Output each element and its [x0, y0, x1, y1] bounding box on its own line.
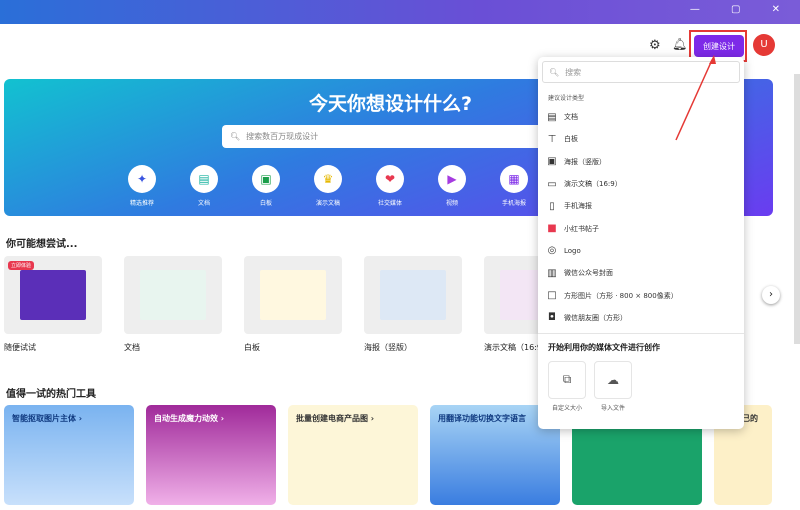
menu-search-placeholder: 搜索: [565, 67, 582, 77]
xiaohongshu-icon: ■: [547, 223, 557, 235]
category-icon: ▶: [438, 165, 466, 193]
category-0[interactable]: ✦ 精选推荐: [122, 165, 162, 207]
menu-item-label: 白板: [564, 135, 578, 144]
category-5[interactable]: ▶ 视频: [432, 165, 472, 207]
category-label: 精选推荐: [129, 200, 154, 207]
square-image-icon: □: [547, 290, 557, 302]
custom-size-button[interactable]: ⧉ 自定义大小: [548, 360, 586, 412]
menu-item-label: 小红书帖子: [564, 224, 599, 233]
design-search-input[interactable]: 🔍︎ 搜索数百万现成设计: [222, 125, 542, 148]
document-icon: ▤: [547, 111, 557, 123]
new-badge: 立即体验: [8, 261, 35, 270]
category-2[interactable]: ▣ 白板: [246, 165, 286, 207]
card-label: 文档: [124, 343, 140, 352]
try-card[interactable]: 白板: [244, 256, 342, 353]
menu-item-label: 海报（竖版）: [564, 157, 606, 166]
menu-item[interactable]: ■ 小红书帖子: [538, 217, 744, 239]
category-icon: ✦: [128, 165, 156, 193]
category-icon: ❤: [376, 165, 404, 193]
menu-item-label: 微信朋友圈（方形）: [564, 313, 627, 322]
try-card[interactable]: 海报（竖版）: [364, 256, 462, 353]
upload-cloud-icon: ☁: [594, 360, 632, 399]
category-label: 视频: [445, 200, 458, 207]
tool-label: 智能抠取图片主体 ›: [12, 414, 83, 423]
menu-item-label: 手机海报: [564, 202, 592, 211]
create-design-button[interactable]: 创建设计: [694, 35, 744, 57]
create-design-dropdown: 🔍︎ 搜索 建议设计类型 ▤ 文档 ⊤ 白板 ▣ 海报（竖版） ▭ 演示文稿（16:9） ▯ 手机海…: [538, 57, 744, 429]
category-label: 白板: [259, 200, 272, 207]
hero-title: 今天你想设计什么?: [309, 93, 473, 115]
search-icon: 🔍︎: [230, 132, 241, 141]
category-icon: ▣: [252, 165, 280, 193]
scrollbar[interactable]: [794, 74, 800, 344]
menu-item[interactable]: ▭ 演示文稿（16:9）: [538, 173, 744, 195]
card-label: 随便试试: [4, 343, 36, 352]
menu-item[interactable]: ⊤ 白板: [538, 128, 744, 150]
poster-icon: ▣: [547, 156, 557, 168]
card-label: 海报（竖版）: [364, 343, 412, 352]
menu-item[interactable]: □ 方形图片（方形 · 800 × 800像素）: [538, 284, 744, 306]
category-label: 手机海报: [501, 200, 526, 207]
phone-poster-icon: ▯: [549, 200, 555, 212]
resize-icon: ⧉: [548, 360, 586, 399]
menu-item-label: 微信公众号封面: [564, 269, 613, 278]
window-controls[interactable]: — ▢ ✕: [690, 4, 794, 15]
menu-item[interactable]: ▣ 海报（竖版）: [538, 151, 744, 173]
avatar[interactable]: U: [753, 34, 775, 56]
category-label: 社交媒体: [377, 200, 402, 207]
card-thumbnail: [124, 256, 222, 334]
try-section-title: 你可能想尝试...: [6, 239, 78, 250]
card-thumbnail: [244, 256, 342, 334]
bell-icon[interactable]: 🔔︎: [672, 37, 687, 51]
card-thumbnail: [364, 256, 462, 334]
menu-item-label: Logo: [564, 246, 581, 255]
category-label: 文档: [197, 200, 210, 207]
category-label: 演示文稿: [315, 200, 340, 207]
menu-item-label: 文档: [564, 113, 578, 122]
menu-item-label: 方形图片（方形 · 800 × 800像素）: [564, 291, 678, 300]
category-1[interactable]: ▤ 文档: [184, 165, 224, 207]
import-file-label: 导入文件: [600, 404, 625, 412]
try-card[interactable]: 文档: [124, 256, 222, 353]
logo-icon: ◎: [547, 245, 557, 257]
card-label: 白板: [244, 343, 260, 352]
category-icon: ▦: [500, 165, 528, 193]
carousel-next-button[interactable]: ›: [762, 286, 780, 304]
menu-item[interactable]: ◘ 微信朋友圈（方形）: [538, 307, 744, 329]
whiteboard-icon: ⊤: [547, 133, 557, 145]
gear-icon[interactable]: ⚙: [649, 38, 661, 53]
tools-section-title: 值得一试的热门工具: [6, 389, 96, 400]
tool-card[interactable]: 自动生成魔力动效 ›: [146, 405, 276, 505]
menu-item[interactable]: ▥ 微信公众号封面: [538, 262, 744, 284]
menu-item-label: 演示文稿（16:9）: [564, 180, 622, 189]
title-bar: — ▢ ✕: [0, 0, 800, 24]
tool-card[interactable]: 批量创建电商产品图 ›: [288, 405, 418, 505]
search-placeholder: 搜索数百万现成设计: [246, 132, 319, 141]
try-card[interactable]: 立即体验 随便试试: [4, 256, 102, 353]
card-thumbnail: 立即体验: [4, 256, 102, 334]
menu-item[interactable]: ▯ 手机海报: [538, 195, 744, 217]
tool-label: 用翻译功能切换文字语言: [438, 414, 526, 423]
tool-card[interactable]: 智能抠取图片主体 ›: [4, 405, 134, 505]
suggest-title: 建议设计类型: [548, 95, 585, 102]
custom-size-label: 自定义大小: [551, 404, 582, 412]
category-icon: ♛: [314, 165, 342, 193]
moments-icon: ◘: [548, 312, 556, 324]
menu-item[interactable]: ◎ Logo: [538, 240, 744, 262]
search-icon: 🔍︎: [549, 67, 560, 77]
menu-item[interactable]: ▤ 文档: [538, 106, 744, 128]
import-file-button[interactable]: ☁ 导入文件: [594, 360, 632, 412]
category-icon: ▤: [190, 165, 218, 193]
wechat-cover-icon: ▥: [547, 267, 557, 279]
category-6[interactable]: ▦ 手机海报: [494, 165, 534, 207]
presentation-icon: ▭: [547, 178, 557, 190]
category-3[interactable]: ♛ 演示文稿: [308, 165, 348, 207]
media-title: 开始利用你的媒体文件进行创作: [548, 342, 660, 352]
tool-label: 批量创建电商产品图 ›: [296, 414, 375, 423]
category-4[interactable]: ❤ 社交媒体: [370, 165, 410, 207]
menu-search-input[interactable]: 🔍︎ 搜索: [542, 61, 740, 83]
tool-label: 自动生成魔力动效 ›: [154, 414, 225, 423]
